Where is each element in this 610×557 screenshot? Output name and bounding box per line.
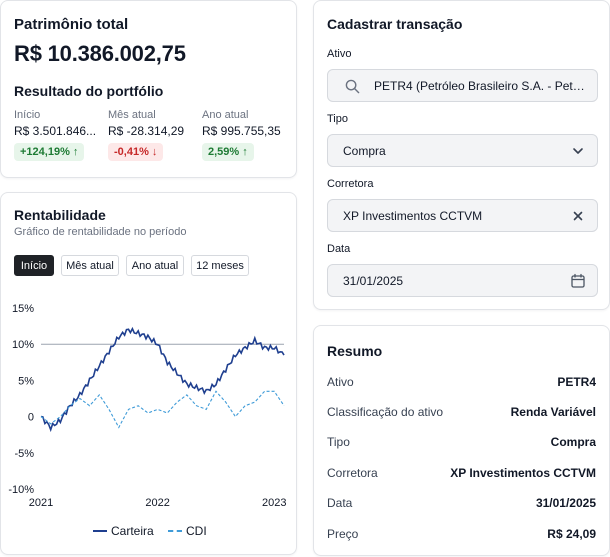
patrimonio-card: Patrimônio total R$ 10.386.002,75 Result…	[0, 0, 297, 178]
resumo-key: Corretora	[327, 466, 378, 480]
filter-ano-atual-button[interactable]: Ano atual	[126, 255, 184, 276]
ativo-value: PETR4 (Petróleo Brasileiro S.A. - Petrob…	[374, 78, 587, 93]
date-input[interactable]: 31/01/2025	[327, 264, 598, 297]
ativo-search-input[interactable]: PETR4 (Petróleo Brasileiro S.A. - Petrob…	[327, 69, 598, 102]
y-tick-label: 15%	[12, 303, 34, 315]
y-tick-label: 10%	[12, 339, 34, 351]
resumo-value: PETR4	[557, 375, 596, 389]
resumo-row-corretora: Corretora XP Investimentos CCTVM	[327, 466, 596, 482]
stat-value: R$ 995.755,35	[202, 124, 281, 138]
patrimonio-value: R$ 10.386.002,75	[14, 41, 186, 66]
rentabilidade-title: Rentabilidade	[14, 207, 106, 223]
chevron-down-icon	[573, 148, 583, 154]
filter-mes-atual-button[interactable]: Mês atual	[61, 255, 119, 276]
x-tick-label: 2021	[29, 497, 53, 509]
cadastrar-title: Cadastrar transação	[327, 16, 463, 32]
rentabilidade-chart: 15% 10% 5% 0 -5% -10%2021 2022 2023	[8, 303, 286, 509]
resumo-row-ativo: Ativo PETR4	[327, 375, 596, 391]
stat-mes-atual: Mês atual R$ -28.314,29 -0,41% ↓	[108, 109, 200, 161]
legend-carteira-swatch	[93, 530, 107, 532]
resumo-value: Compra	[550, 435, 596, 449]
stat-ano-atual: Ano atual R$ 995.755,35 2,59% ↑	[202, 109, 294, 161]
corretora-select[interactable]: XP Investimentos CCTVM	[327, 199, 598, 232]
stat-label: Início	[14, 109, 41, 121]
stat-badge: -0,41% ↓	[108, 143, 164, 161]
search-icon	[345, 79, 360, 94]
resumo-value: 31/01/2025	[535, 496, 596, 510]
y-tick-label: 0	[28, 412, 34, 424]
resumo-key: Ativo	[327, 375, 354, 389]
calendar-icon[interactable]	[570, 273, 586, 289]
resumo-title: Resumo	[327, 343, 383, 359]
filter-inicio-button[interactable]: Início	[14, 255, 54, 276]
resumo-card: Resumo Ativo PETR4 Classificação do ativ…	[313, 325, 610, 556]
stat-label: Ano atual	[202, 109, 249, 121]
stat-value: R$ 3.501.846...	[14, 124, 97, 138]
tipo-value: Compra	[343, 143, 386, 158]
y-tick-label: 5%	[18, 375, 34, 387]
resultado-title: Resultado do portfólio	[14, 83, 164, 99]
rentabilidade-card: Rentabilidade Gráfico de rentabilidade n…	[0, 192, 297, 555]
tipo-select[interactable]: Compra	[327, 134, 598, 167]
close-icon[interactable]	[570, 208, 586, 224]
ativo-label: Ativo	[327, 48, 352, 60]
data-value: 31/01/2025	[343, 273, 404, 288]
resumo-key: Tipo	[327, 435, 350, 449]
x-tick-label: 2023	[262, 497, 286, 509]
cadastrar-transacao-card: Cadastrar transação Ativo PETR4 (Petróle…	[313, 0, 610, 310]
series-line-cdi	[40, 390, 285, 429]
patrimonio-title: Patrimônio total	[14, 16, 129, 33]
legend-cdi-label: CDI	[186, 524, 207, 538]
corretora-value: XP Investimentos CCTVM	[343, 208, 483, 223]
resumo-value: XP Investimentos CCTVM	[450, 466, 596, 480]
resumo-key: Classificação do ativo	[327, 405, 444, 419]
y-tick-label: -5%	[14, 448, 34, 460]
stat-label: Mês atual	[108, 109, 156, 121]
resumo-key: Preço	[327, 527, 359, 541]
stat-badge: 2,59% ↑	[202, 143, 254, 161]
resumo-row-classificacao: Classificação do ativo Renda Variável	[327, 405, 596, 421]
data-label: Data	[327, 243, 351, 255]
resumo-row-tipo: Tipo Compra	[327, 435, 596, 451]
filter-12-meses-button[interactable]: 12 meses	[191, 255, 249, 276]
tipo-label: Tipo	[327, 113, 348, 125]
stat-badge: +124,19% ↑	[14, 143, 85, 161]
rentabilidade-subtitle: Gráfico de rentabilidade no período	[14, 226, 187, 238]
resumo-row-data: Data 31/01/2025	[327, 496, 596, 512]
x-tick-label: 2022	[145, 497, 169, 509]
resumo-key: Data	[327, 496, 353, 510]
legend-cdi: CDI	[168, 524, 207, 538]
legend-carteira: Carteira	[93, 524, 154, 538]
resumo-value: Renda Variável	[510, 405, 596, 419]
resumo-row-preco: Preço R$ 24,09	[327, 527, 596, 543]
legend-carteira-label: Carteira	[111, 524, 154, 538]
stat-inicio: Início R$ 3.501.846... +124,19% ↑	[14, 109, 106, 161]
stat-value: R$ -28.314,29	[108, 124, 185, 138]
resumo-value: R$ 24,09	[547, 527, 596, 541]
y-tick-label: -10%	[8, 484, 34, 496]
legend-cdi-swatch	[168, 530, 182, 532]
corretora-label: Corretora	[327, 178, 374, 190]
